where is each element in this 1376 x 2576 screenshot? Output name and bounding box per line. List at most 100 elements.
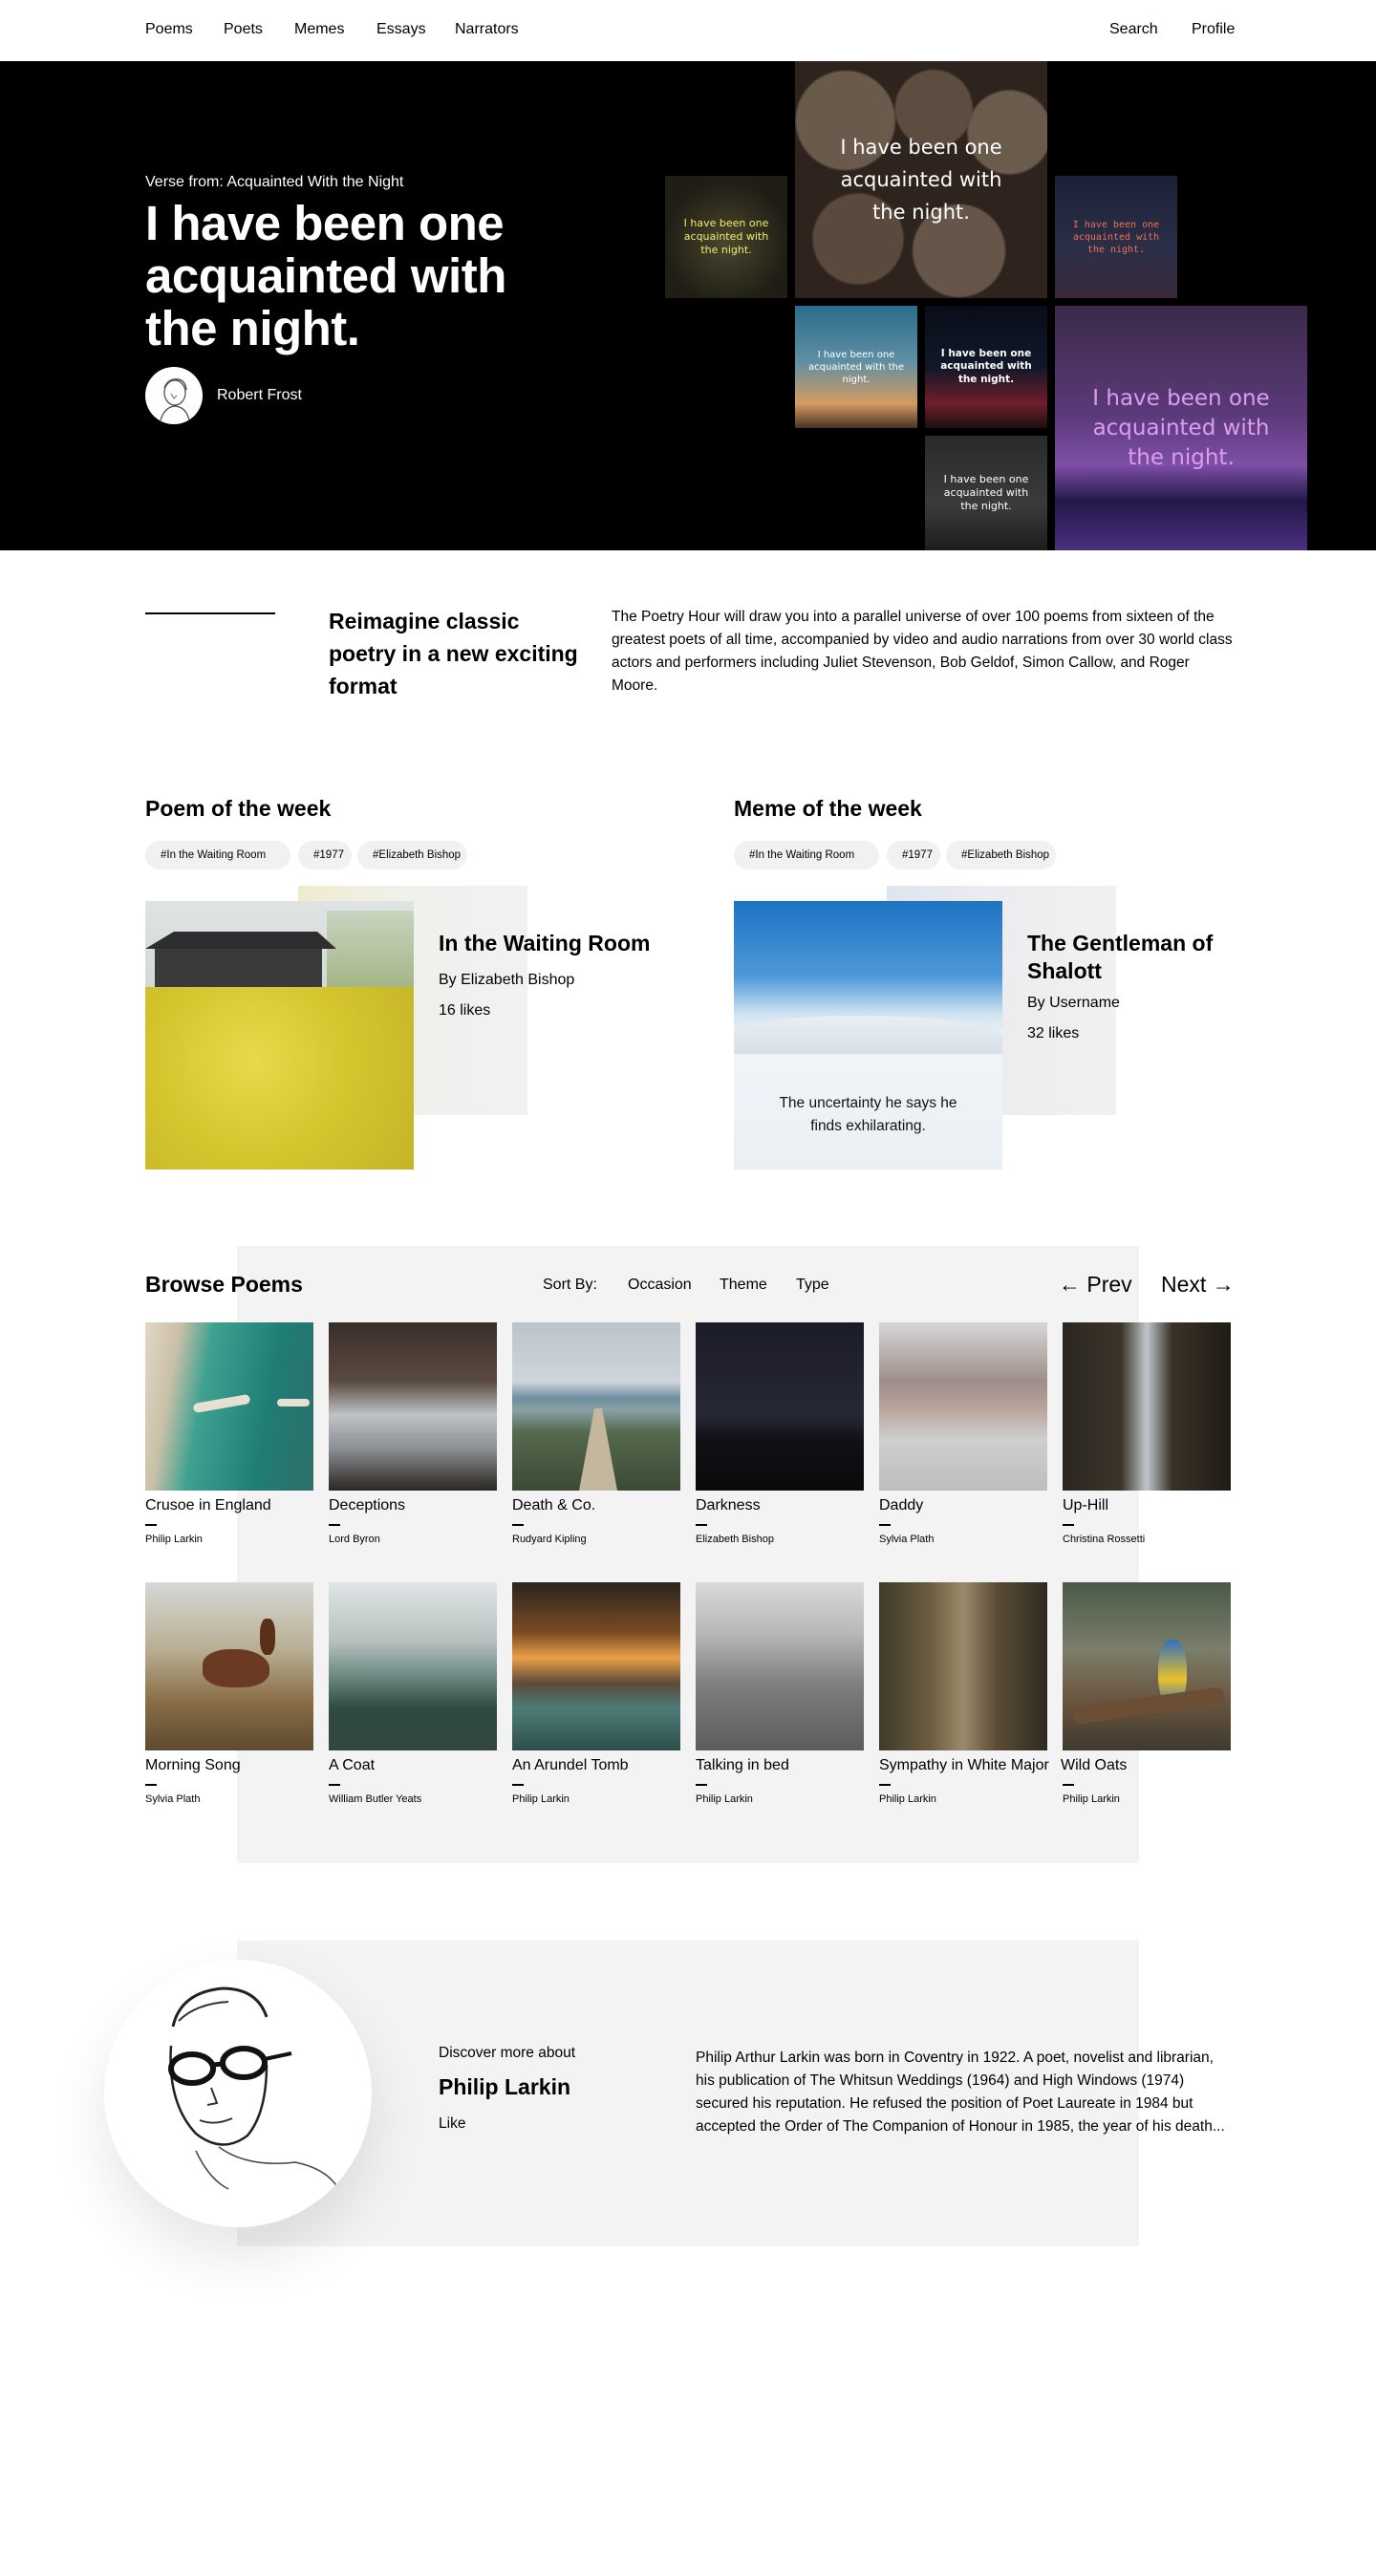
poem-tag-waiting-room[interactable]: #In the Waiting Room: [145, 841, 290, 869]
meme-card-title[interactable]: The Gentleman of Shalott: [1027, 930, 1247, 985]
nav-poets[interactable]: Poets: [224, 21, 263, 38]
nav-poems[interactable]: Poems: [145, 21, 193, 38]
poem-title[interactable]: Darkness: [696, 1497, 761, 1514]
poem-title[interactable]: Daddy: [879, 1497, 923, 1514]
poem-author[interactable]: Philip Larkin: [145, 1534, 203, 1545]
poem-image-up-hill[interactable]: [1063, 1322, 1231, 1491]
poem-title[interactable]: Talking in bed: [696, 1757, 789, 1774]
meme-card-likes: 32 likes: [1027, 1025, 1080, 1041]
poem-author[interactable]: Sylvia Plath: [879, 1534, 934, 1545]
poem-title[interactable]: Sympathy in White Major: [879, 1757, 1049, 1774]
poem-divider: [1063, 1784, 1074, 1786]
nav-profile[interactable]: Profile: [1192, 21, 1235, 38]
poem-card-author[interactable]: By Elizabeth Bishop: [439, 972, 574, 989]
poem-image-a-coat[interactable]: [329, 1582, 497, 1750]
poem-image-deceptions[interactable]: [329, 1322, 497, 1491]
author-avatar[interactable]: [145, 367, 203, 424]
poem-author[interactable]: Philip Larkin: [696, 1793, 753, 1805]
poem-title[interactable]: Morning Song: [145, 1757, 241, 1774]
meme-card-image[interactable]: The uncertainty he says he finds exhilar…: [734, 901, 1002, 1170]
collage-tile-fireflies[interactable]: I have been one acquainted with the nigh…: [665, 176, 787, 298]
nav-memes[interactable]: Memes: [294, 21, 344, 38]
intro-body: The Poetry Hour will draw you into a par…: [612, 609, 1233, 694]
nav-narrators[interactable]: Narrators: [455, 21, 519, 38]
poem-title[interactable]: Up-Hill: [1063, 1497, 1108, 1514]
hero-banner: Verse from: Acquainted With the Night I …: [0, 61, 1376, 550]
prev-label: Prev: [1086, 1272, 1132, 1297]
poem-image-daddy[interactable]: [879, 1322, 1047, 1491]
poem-card-title[interactable]: In the Waiting Room: [439, 930, 677, 957]
sort-label: Sort By:: [543, 1277, 597, 1293]
arrow-right-icon: →: [1212, 1272, 1235, 1297]
collage-tile-logs[interactable]: I have been one acquainted with the nigh…: [795, 61, 1047, 298]
poem-divider: [512, 1524, 524, 1526]
poem-card-likes: 16 likes: [439, 1002, 491, 1019]
poem-title[interactable]: A Coat: [329, 1757, 375, 1774]
poem-divider: [879, 1784, 891, 1786]
prev-button[interactable]: ← Prev: [1059, 1272, 1132, 1298]
meme-tag-waiting-room[interactable]: #In the Waiting Room: [734, 841, 879, 869]
poem-author[interactable]: William Butler Yeats: [329, 1793, 421, 1805]
poet-bio: Philip Arthur Larkin was born in Coventr…: [696, 2050, 1225, 2135]
poet-name[interactable]: Philip Larkin: [439, 2074, 570, 2100]
robert-frost-portrait-icon: [160, 378, 190, 421]
poem-image-death-co[interactable]: [512, 1322, 680, 1491]
sort-theme[interactable]: Theme: [720, 1277, 767, 1294]
poem-author[interactable]: Philip Larkin: [512, 1793, 570, 1805]
nav-essays[interactable]: Essays: [376, 21, 426, 38]
meme-tag-1977[interactable]: #1977: [887, 841, 940, 869]
meme-tag-elizabeth-bishop[interactable]: #Elizabeth Bishop: [946, 841, 1056, 869]
collage-tile-night-sky[interactable]: I have been one acquainted with the nigh…: [1055, 176, 1177, 298]
poem-author[interactable]: Sylvia Plath: [145, 1793, 200, 1805]
hero-kicker: Verse from: Acquainted With the Night: [145, 174, 404, 190]
next-button[interactable]: Next →: [1161, 1272, 1235, 1298]
poet-like-button[interactable]: Like: [439, 2115, 465, 2133]
collage-tile-dark-rock[interactable]: I have been one acquainted with the nigh…: [925, 436, 1047, 550]
meme-caption: The uncertainty he says he finds exhilar…: [779, 1095, 957, 1134]
poem-image-arundel-tomb[interactable]: [512, 1582, 680, 1750]
poem-title[interactable]: Wild Oats: [1061, 1757, 1127, 1774]
poem-image-crusoe[interactable]: [145, 1322, 313, 1491]
poem-divider: [879, 1524, 891, 1526]
poem-image-morning-song[interactable]: [145, 1582, 313, 1750]
collage-tile-purple-bridge[interactable]: I have been one acquainted with the nigh…: [1055, 306, 1307, 550]
poem-title[interactable]: Deceptions: [329, 1497, 405, 1514]
poem-image-sympathy-white-major[interactable]: [879, 1582, 1047, 1750]
poem-of-week-heading: Poem of the week: [145, 796, 332, 821]
poem-tag-1977[interactable]: #1977: [298, 841, 352, 869]
poem-author[interactable]: Philip Larkin: [879, 1793, 936, 1805]
poem-image-darkness[interactable]: [696, 1322, 864, 1491]
poem-divider: [1063, 1524, 1074, 1526]
next-label: Next: [1161, 1272, 1207, 1297]
poem-image-talking-in-bed[interactable]: [696, 1582, 864, 1750]
top-nav: Poems Poets Memes Essays Narrators Searc…: [0, 0, 1376, 61]
poem-author[interactable]: Christina Rossetti: [1063, 1534, 1145, 1545]
poem-tag-elizabeth-bishop[interactable]: #Elizabeth Bishop: [357, 841, 467, 869]
poet-portrait[interactable]: [104, 1960, 372, 2227]
collage-tile-lighthouse[interactable]: I have been one acquainted with the nigh…: [795, 306, 917, 428]
poem-author[interactable]: Elizabeth Bishop: [696, 1534, 774, 1545]
poem-title[interactable]: Death & Co.: [512, 1497, 595, 1514]
poem-title[interactable]: Crusoe in England: [145, 1497, 271, 1514]
poem-divider: [145, 1524, 157, 1526]
meme-card-author[interactable]: By Username: [1027, 995, 1120, 1012]
hero-author-name[interactable]: Robert Frost: [217, 387, 302, 404]
poem-divider: [512, 1784, 524, 1786]
hero-headline: I have been one acquainted with the nigh…: [145, 196, 506, 355]
poem-divider: [696, 1524, 707, 1526]
poem-author[interactable]: Rudyard Kipling: [512, 1534, 587, 1545]
poem-title[interactable]: An Arundel Tomb: [512, 1757, 629, 1774]
poem-author[interactable]: Philip Larkin: [1063, 1793, 1120, 1805]
poet-kicker: Discover more about: [439, 2045, 576, 2061]
poem-divider: [145, 1784, 157, 1786]
nav-search[interactable]: Search: [1109, 21, 1158, 38]
sort-occasion[interactable]: Occasion: [628, 1277, 692, 1294]
sort-type[interactable]: Type: [796, 1277, 829, 1294]
poem-image-wild-oats[interactable]: [1063, 1582, 1231, 1750]
browse-title: Browse Poems: [145, 1272, 303, 1297]
poem-divider: [696, 1784, 707, 1786]
poem-divider: [329, 1524, 340, 1526]
poem-author[interactable]: Lord Byron: [329, 1534, 380, 1545]
poem-card-image[interactable]: [145, 901, 414, 1170]
collage-tile-city-lights[interactable]: I have been one acquainted with the nigh…: [925, 306, 1047, 428]
